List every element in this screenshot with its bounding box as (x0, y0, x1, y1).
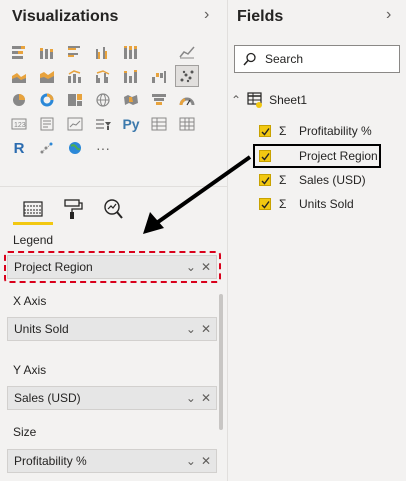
paint-roller-icon (64, 199, 83, 219)
close-icon[interactable]: ✕ (201, 322, 211, 336)
filled-map-icon[interactable] (120, 90, 142, 110)
collapse-fields-chevron-icon[interactable]: › (386, 6, 391, 24)
y-axis-label: Y Axis (13, 363, 47, 377)
100-bar-icon[interactable] (120, 42, 142, 62)
checkbox-checked[interactable] (259, 198, 271, 210)
fields-well-icon (23, 201, 43, 217)
collapse-visualizations-chevron-icon[interactable]: › (204, 6, 209, 24)
y-axis-field-name: Sales (USD) (14, 391, 81, 405)
map-icon[interactable] (92, 90, 114, 110)
ribbon-chart-icon[interactable] (120, 66, 142, 86)
sigma-icon: Σ (279, 197, 287, 211)
pie-chart-icon[interactable] (8, 90, 30, 110)
legend-field-name: Project Region (14, 260, 93, 274)
section-divider (0, 186, 227, 187)
field-name: Profitability % (299, 124, 372, 138)
key-influencers-icon[interactable] (36, 138, 58, 158)
funnel-icon[interactable] (148, 90, 170, 110)
line-clustered-icon[interactable] (92, 66, 114, 86)
clustered-column-icon[interactable] (92, 42, 114, 62)
wells-scrollbar[interactable] (219, 294, 223, 430)
python-visual-label: Py (122, 116, 140, 132)
x-axis-label: X Axis (13, 294, 47, 308)
legend-well[interactable]: Project Region ⌄ ✕ (7, 255, 217, 279)
waterfall-chart-icon[interactable] (148, 66, 170, 86)
field-name: Units Sold (299, 197, 354, 211)
stacked-area-icon[interactable] (36, 66, 58, 86)
table-node-sheet1[interactable]: ⌃ Sheet1 (231, 92, 307, 108)
analytics-tab[interactable] (98, 196, 128, 222)
x-axis-field-name: Units Sold (14, 322, 69, 336)
expand-chevron-icon[interactable]: ⌃ (231, 93, 241, 107)
slicer-icon[interactable] (92, 114, 114, 134)
line-chart-icon[interactable] (176, 42, 198, 62)
table-icon (247, 92, 263, 108)
size-field-name: Profitability % (14, 454, 87, 468)
r-visual-label: R (13, 139, 25, 157)
fields-tab[interactable] (18, 196, 48, 222)
svg-text:123: 123 (14, 122, 26, 129)
analytics-magnifier-icon (104, 199, 123, 219)
size-label: Size (13, 425, 37, 439)
gauge-icon[interactable] (176, 90, 198, 110)
chevron-down-icon[interactable]: ⌄ (186, 260, 196, 274)
matrix-icon[interactable] (176, 114, 198, 134)
line-column-icon[interactable] (64, 66, 86, 86)
field-name: Project Region (299, 149, 378, 163)
fields-pane: Fields › Search ⌃ Sheet1 Σ Profitability… (227, 0, 406, 481)
stacked-bar-icon[interactable] (8, 42, 30, 62)
close-icon[interactable]: ✕ (201, 454, 211, 468)
chevron-down-icon[interactable]: ⌄ (186, 391, 196, 405)
search-placeholder: Search (265, 52, 304, 66)
format-tab[interactable] (58, 196, 88, 222)
field-item[interactable]: Σ Sales (USD) (259, 173, 366, 187)
python-visual-icon[interactable]: Py (120, 114, 142, 134)
card-icon[interactable]: 123 (8, 114, 30, 134)
more-icon[interactable]: ··· (92, 138, 114, 158)
checkbox-checked[interactable] (259, 174, 271, 186)
kpi-icon[interactable] (64, 114, 86, 134)
more-label: ··· (96, 140, 110, 156)
chevron-down-icon[interactable]: ⌄ (186, 454, 196, 468)
close-icon[interactable]: ✕ (201, 391, 211, 405)
donut-chart-icon[interactable] (36, 90, 58, 110)
chevron-down-icon[interactable]: ⌄ (186, 322, 196, 336)
search-input[interactable]: Search (234, 45, 400, 73)
active-tab-indicator (13, 222, 53, 225)
fields-title: Fields (237, 8, 284, 25)
search-icon (243, 52, 256, 66)
close-icon[interactable]: ✕ (201, 260, 211, 274)
multirow-card-icon[interactable] (36, 114, 58, 134)
area-chart-icon[interactable] (8, 66, 30, 86)
table-name: Sheet1 (269, 93, 308, 107)
x-axis-well[interactable]: Units Sold ⌄ ✕ (7, 317, 217, 341)
clustered-bar-icon[interactable] (64, 42, 86, 62)
sigma-icon: Σ (279, 124, 287, 138)
scatter-chart-icon[interactable] (175, 65, 199, 87)
visualizations-title: Visualizations (12, 8, 119, 25)
size-well[interactable]: Profitability % ⌄ ✕ (7, 449, 217, 473)
field-item[interactable]: Project Region (259, 149, 378, 163)
treemap-icon[interactable] (64, 90, 86, 110)
legend-label: Legend (13, 233, 54, 247)
sigma-icon: Σ (279, 173, 287, 187)
y-axis-well[interactable]: Sales (USD) ⌄ ✕ (7, 386, 217, 410)
checkbox-checked[interactable] (259, 150, 271, 162)
globe-icon[interactable] (64, 138, 86, 158)
r-visual-icon[interactable]: R (8, 138, 30, 158)
field-item[interactable]: Σ Profitability % (259, 124, 372, 138)
field-name: Sales (USD) (299, 173, 366, 187)
table-icon[interactable] (148, 114, 170, 134)
field-item[interactable]: Σ Units Sold (259, 197, 354, 211)
checkbox-checked[interactable] (259, 125, 271, 137)
visualizations-pane: Visualizations › 123 Py R ··· Legend Pro… (0, 0, 227, 481)
stacked-column-icon[interactable] (36, 42, 58, 62)
